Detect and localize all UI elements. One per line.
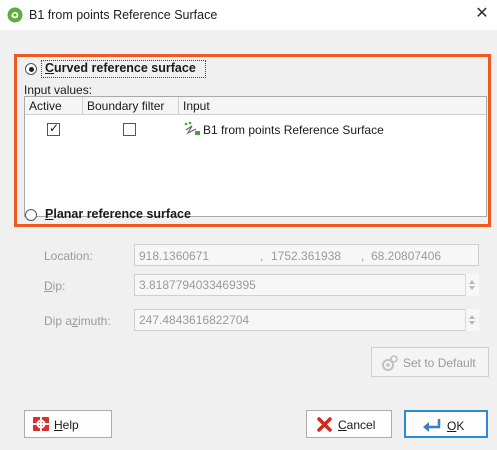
dip-spinner[interactable] xyxy=(465,274,479,296)
curved-label-rest: urved reference surface xyxy=(54,61,196,75)
help-lifebuoy-icon xyxy=(33,417,49,431)
dip-value: 3.8187794033469395 xyxy=(139,278,256,292)
ok-rest: K xyxy=(456,419,465,433)
location-separator: , xyxy=(361,249,365,263)
spin-down-icon xyxy=(469,321,475,325)
set-to-default-button[interactable]: Set to Default xyxy=(371,347,489,377)
location-separator: , xyxy=(260,249,264,263)
ok-label: OK xyxy=(447,419,464,433)
boundary-filter-checkbox[interactable] xyxy=(123,123,136,136)
dip-azimuth-spinner[interactable] xyxy=(465,309,479,331)
help-button[interactable]: Help xyxy=(24,410,112,438)
cancel-button[interactable]: Cancel xyxy=(306,410,392,438)
column-header-active[interactable]: Active xyxy=(29,99,62,113)
title-bar: B1 from points Reference Surface ✕ xyxy=(0,0,497,30)
location-label: Location: xyxy=(44,249,93,263)
input-name: B1 from points Reference Surface xyxy=(203,123,384,137)
spin-down-icon xyxy=(469,286,475,290)
help-label: Help xyxy=(54,418,79,432)
planar-label-rest: lanar reference surface xyxy=(53,207,191,221)
app-logo-icon xyxy=(7,7,23,23)
dialog-body: Curved reference surface Input values: A… xyxy=(0,30,497,450)
window-title: B1 from points Reference Surface xyxy=(29,8,218,22)
column-divider xyxy=(178,97,179,114)
set-to-default-label: Set to Default xyxy=(403,356,476,370)
help-rest: elp xyxy=(62,418,79,432)
location-z: 68.20807406 xyxy=(371,249,442,263)
cancel-rest: ancel xyxy=(346,418,376,432)
planar-surface-radio[interactable] xyxy=(25,209,37,221)
curved-surface-label[interactable]: Curved reference surface xyxy=(45,61,196,75)
input-values-label: Input values: xyxy=(24,83,93,97)
dip-azimuth-label: Dip azimuth: xyxy=(44,314,111,328)
dip-azimuth-field[interactable]: 247.4843616822704 xyxy=(134,309,479,331)
cancel-x-icon xyxy=(317,417,332,432)
cancel-label: Cancel xyxy=(338,418,375,432)
column-header-input[interactable]: Input xyxy=(183,99,210,113)
dip-azimuth-post: imuth: xyxy=(78,314,111,328)
location-x: 918.1360671 xyxy=(139,249,210,263)
dip-label: Dip: xyxy=(44,279,65,293)
curved-surface-radio[interactable] xyxy=(25,63,37,75)
dip-hotkey: D xyxy=(44,279,53,293)
surface-points-icon xyxy=(184,121,200,135)
dip-azimuth-pre: Dip a xyxy=(44,314,73,328)
location-field[interactable]: 918.1360671 , 1752.361938 , 68.20807406 xyxy=(134,244,479,266)
column-divider xyxy=(82,97,83,114)
help-hotkey: H xyxy=(54,418,63,432)
dip-label-rest: ip: xyxy=(52,279,66,293)
location-y: 1752.361938 xyxy=(271,249,342,263)
input-values-table: Active Boundary filter Input ✓ B1 from p… xyxy=(24,96,487,217)
column-header-boundary-filter[interactable]: Boundary filter xyxy=(87,99,164,113)
table-header: Active Boundary filter Input xyxy=(25,97,486,115)
spin-up-icon xyxy=(469,315,475,319)
cancel-hotkey: C xyxy=(338,418,347,432)
curved-hotkey: C xyxy=(45,61,55,75)
gear-icon xyxy=(382,355,398,371)
ok-hotkey: O xyxy=(447,419,457,433)
ok-button[interactable]: OK xyxy=(404,410,488,438)
dip-azimuth-value: 247.4843616822704 xyxy=(139,313,250,327)
checkmark-icon: ✓ xyxy=(49,121,60,135)
close-icon[interactable]: ✕ xyxy=(473,5,491,23)
dip-field[interactable]: 3.8187794033469395 xyxy=(134,274,479,296)
spin-up-icon xyxy=(469,280,475,284)
active-checkbox[interactable]: ✓ xyxy=(47,121,60,136)
enter-arrow-icon xyxy=(423,419,441,432)
planar-surface-label[interactable]: Planar reference surface xyxy=(45,207,191,221)
